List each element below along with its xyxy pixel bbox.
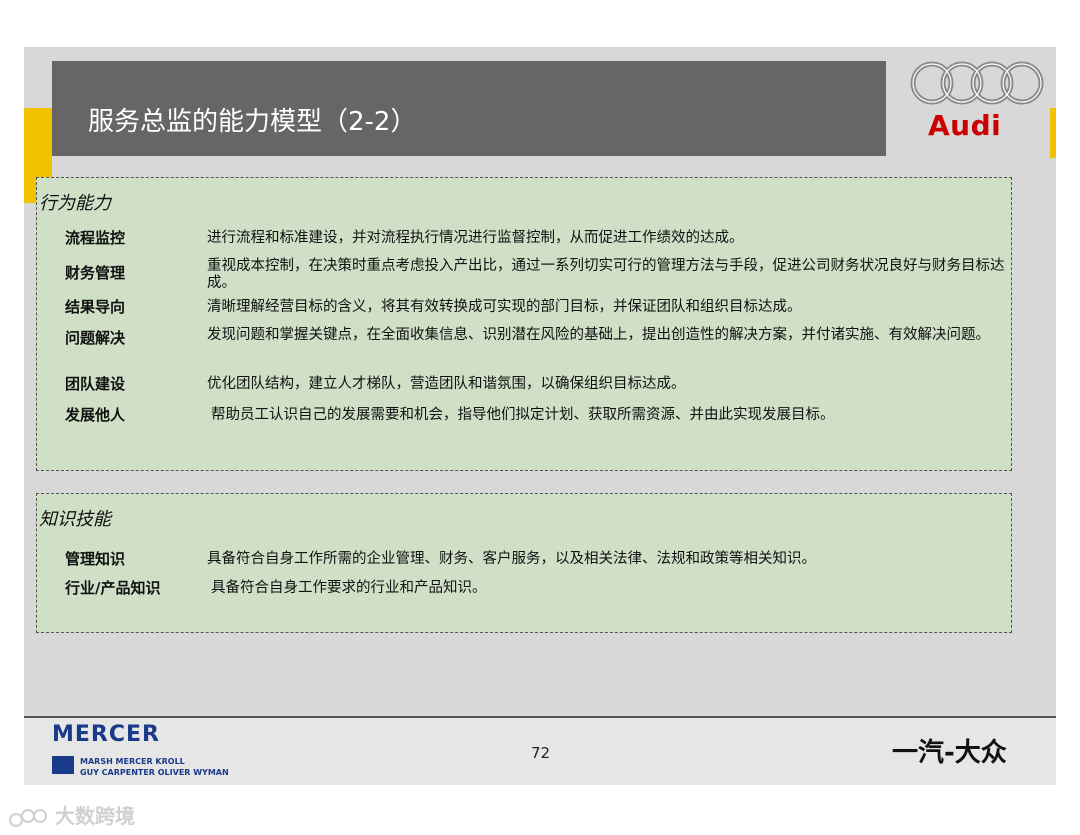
competency-label: 行业/产品知识 [65,579,161,597]
competency-desc: 具备符合自身工作要求的行业和产品知识。 [211,580,487,596]
competency-desc: 重视成本控制，在决策时重点考虑投入产出比，通过一系列切实可行的管理方法与手段，促… [207,258,1005,291]
competency-label: 团队建设 [65,375,126,393]
competency-desc: 进行流程和标准建设，并对流程执行情况进行监督控制，从而促进工作绩效的达成。 [207,230,744,246]
watermark-logo-icon [9,808,47,827]
competency-label: 管理知识 [65,550,126,568]
behavior-competency-panel: 行为能力 流程监控 进行流程和标准建设，并对流程执行情况进行监督控制，从而促进工… [36,177,1012,471]
section-title: 知识技能 [39,509,111,530]
competency-label: 结果导向 [65,298,126,316]
page-title: 服务总监的能力模型（2-2） [88,107,417,137]
audi-wordmark: Audi [928,109,1002,142]
mercer-subline-2: GUY CARPENTER OLIVER WYMAN [80,768,229,777]
competency-label: 问题解决 [65,329,126,347]
competency-desc: 发现问题和掌握关键点，在全面收集信息、识别潜在风险的基础上，提出创造性的解决方案… [207,327,990,343]
mercer-subline: MARSH MERCER KROLL GUY CARPENTER OLIVER … [80,756,229,778]
title-bar: 服务总监的能力模型（2-2） [52,61,886,156]
section-title: 行为能力 [39,193,111,214]
competency-desc: 具备符合自身工作所需的企业管理、财务、客户服务，以及相关法律、法规和政策等相关知… [207,551,816,567]
competency-label: 流程监控 [65,229,126,247]
competency-desc: 帮助员工认识自己的发展需要和机会，指导他们拟定计划、获取所需资源、并由此实现发展… [211,407,835,423]
mercer-mark-icon [52,756,74,774]
audi-logo: Audi [906,59,1046,144]
competency-desc: 优化团队结构，建立人才梯队，营造团队和谐氛围，以确保组织目标达成。 [207,376,686,392]
mercer-subline-1: MARSH MERCER KROLL [80,757,185,766]
faw-vw-logo: 一汽-大众 [892,738,1007,768]
watermark-text: 大数跨境 [54,804,135,828]
competency-label: 发展他人 [65,406,126,424]
footer: MERCER MARSH MERCER KROLL GUY CARPENTER … [24,718,1056,785]
watermark: 大数跨境 [8,800,135,830]
right-accent-bar [1050,108,1056,158]
competency-label: 财务管理 [65,264,126,282]
mercer-logo: MERCER [52,722,160,747]
page-number: 72 [531,744,551,762]
slide: 服务总监的能力模型（2-2） Audi 行为能力 流程监控 进行流程和标准建设，… [24,47,1056,785]
competency-desc: 清晰理解经营目标的含义，将其有效转换成可实现的部门目标，并保证团队和组织目标达成… [207,299,802,315]
knowledge-skill-panel: 知识技能 管理知识 具备符合自身工作所需的企业管理、财务、客户服务，以及相关法律… [36,493,1012,633]
audi-rings-icon [910,61,1044,105]
